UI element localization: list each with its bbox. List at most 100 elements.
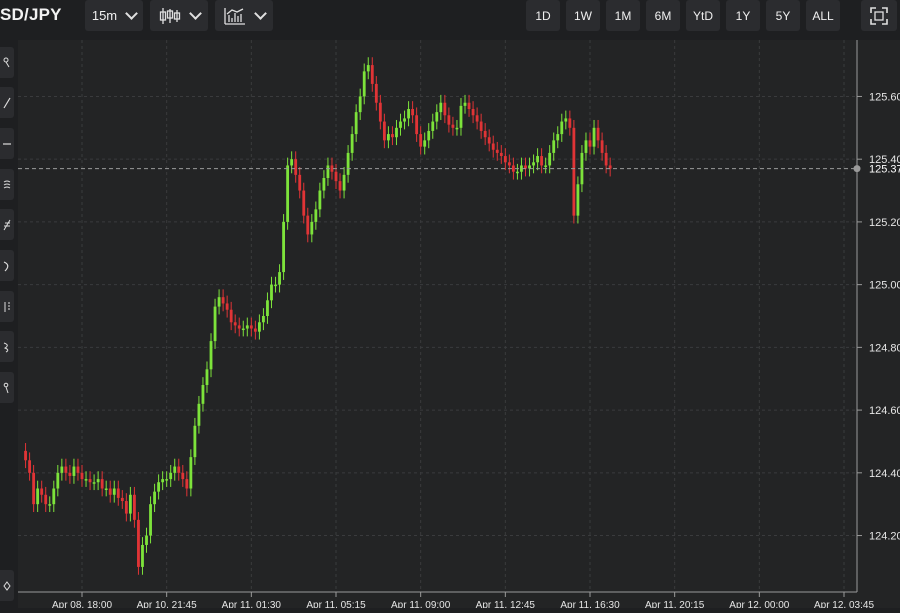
chart-type-dropdown[interactable] [150,0,208,31]
candle-body [592,127,596,147]
candle-body [149,504,152,536]
time-tick-label: Apr 11, 20:15 [645,600,705,608]
price-tick-label: 125.20 [869,217,900,229]
candle-body [278,272,281,285]
range-1m-button[interactable]: 1M [606,0,640,31]
measure-tool[interactable] [0,291,14,322]
candle-body [387,134,390,141]
candle-body [540,156,544,166]
candle-body [68,472,72,476]
pattern-icon [3,260,9,271]
candle-body [564,118,568,122]
candle-body [423,140,427,147]
time-tick-label: Apr 12, 00:00 [729,600,789,608]
annotation-icon [3,382,9,393]
price-tick-label: 124.40 [869,468,900,480]
candle-body [32,472,36,505]
annotation-tool[interactable] [0,372,14,403]
price-tick-label: 124.20 [869,531,900,543]
range-ytd-button[interactable]: YtD [686,0,720,31]
candle-body [346,152,350,175]
candle-body [374,83,378,103]
candle-body [145,535,148,545]
candle-body [439,102,443,113]
chart-toolbar: SD/JPY 15m 1D 1W 1M 6M YtD 1Y 5Y ALL [0,0,900,32]
crosshair-icon [3,57,10,67]
range-all-button[interactable]: ALL [806,0,840,31]
candlestick-icon [159,7,180,24]
interval-dropdown[interactable]: 15m [85,0,143,31]
candle-body [209,341,213,370]
settings-tool[interactable] [0,570,14,601]
candle-body [358,96,362,113]
candlestick-chart[interactable]: 125.37 124.20124.40124.60124.80125.00125… [18,40,900,611]
candle-body [370,65,374,84]
price-tick-label: 125.60 [869,91,900,103]
settings-icon [3,580,11,591]
range-1w-button[interactable]: 1W [566,0,600,31]
range-5y-button[interactable]: 5Y [766,0,800,31]
candle-body [548,152,552,166]
candle-body [415,115,419,135]
candle-body [378,102,382,122]
candle-body [124,501,128,514]
indicators-dropdown[interactable] [215,0,273,31]
candle-body [181,472,185,480]
candle-body [72,466,76,476]
candle-body [88,479,92,483]
fullscreen-button[interactable] [861,0,897,31]
candle-body [479,121,483,131]
candle-body [128,494,132,514]
time-tick-label: Apr 11, 09:00 [391,600,451,608]
candle-body [225,303,229,310]
candle-body [326,165,330,178]
candle-body [56,472,60,489]
candle-body [366,65,370,72]
candle-body [536,156,539,163]
candle-body [189,457,193,489]
crosshair-tool[interactable] [0,47,14,78]
candle-body [137,519,140,567]
candle-body [116,488,120,498]
candle-body [197,403,201,426]
candle-body [411,109,415,116]
pitchfork-tool[interactable] [0,169,14,200]
candle-body [249,325,253,329]
horizontal-line-tool[interactable] [0,128,14,159]
candle-body [298,174,302,191]
candle-body [112,488,116,495]
candle-body [193,425,197,458]
candle-body [487,137,491,144]
candle-body [322,178,326,191]
range-6m-button[interactable]: 6M [646,0,680,31]
fibonacci-tool[interactable] [0,209,14,240]
candle-body [427,130,431,141]
candle-body [471,109,475,116]
trend-line-tool[interactable] [0,87,14,118]
chart-container[interactable]: 125.37 124.20 124.40 124.60 124.80 125.00 125… [18,40,900,611]
candle-body [584,140,588,153]
candle-body [503,156,507,163]
symbol-label: SD/JPY [0,5,62,24]
brush-icon [3,342,9,352]
price-tick-label: 125.40 [869,154,900,166]
candle-body [600,140,604,153]
candle-body [274,284,277,287]
price-tick-label: 124.60 [869,405,900,417]
candle-body [60,466,64,473]
candle-body [213,306,217,342]
candle-body [40,488,44,495]
brush-tool[interactable] [0,331,14,362]
candle-body [48,504,52,506]
candle-body [245,325,249,329]
candle-body [552,140,556,153]
price-tick-label: 125.00 [869,280,900,292]
range-1y-button[interactable]: 1Y [726,0,760,31]
horizontal-line-icon [3,142,11,145]
pattern-tool[interactable] [0,250,14,281]
range-1d-button[interactable]: 1D [526,0,560,31]
candle-body [266,300,269,316]
candle-body [532,162,535,166]
candle-body [286,165,290,222]
price-tick-label: 124.80 [869,342,900,354]
